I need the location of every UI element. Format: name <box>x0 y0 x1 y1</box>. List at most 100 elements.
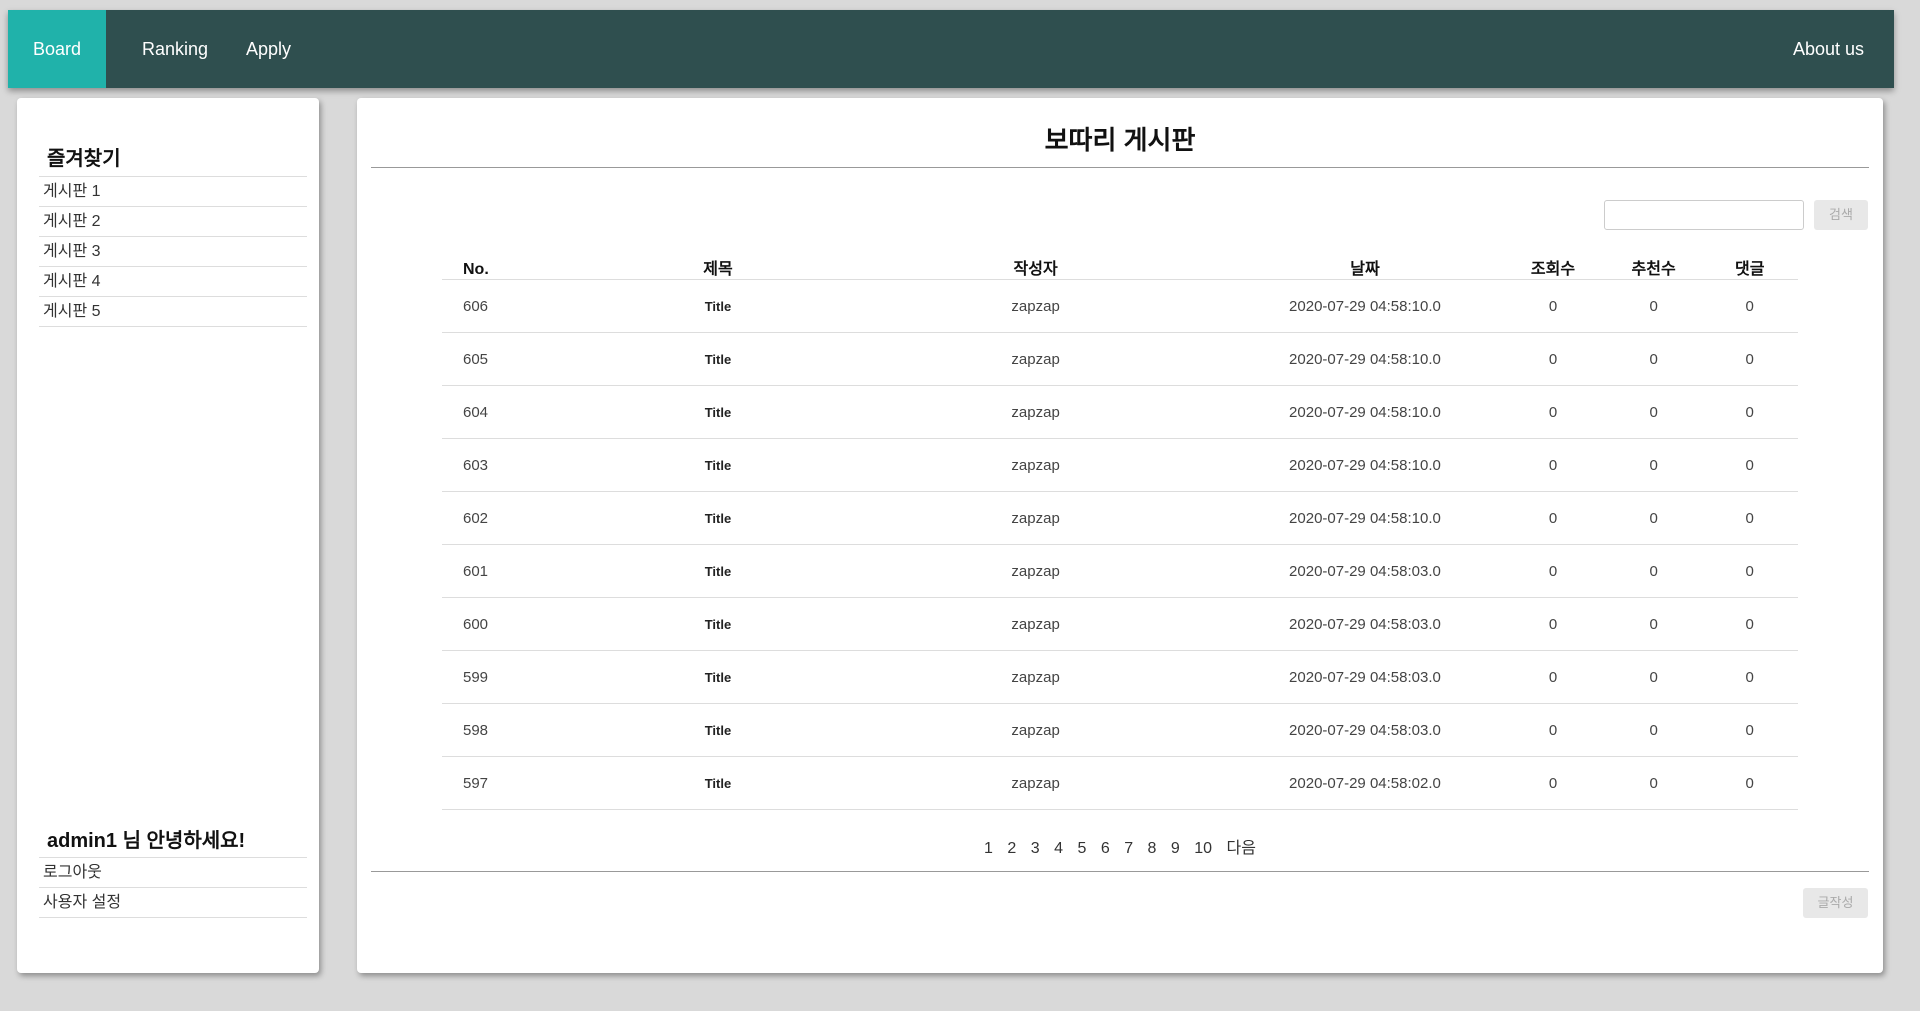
post-number: 604 <box>442 385 595 439</box>
table-row[interactable]: 601 Title zapzap 2020-07-29 04:58:03.0 0 0 0 <box>442 544 1798 598</box>
favorite-board-3[interactable]: 게시판 3 <box>39 237 307 267</box>
post-likes: 0 <box>1605 438 1702 492</box>
table-row[interactable]: 604 Title zapzap 2020-07-29 04:58:10.0 0 0 0 <box>442 385 1798 439</box>
page-link[interactable]: 3 <box>1031 840 1040 857</box>
sidebar: 즐겨찾기 게시판 1 게시판 2 게시판 3 게시판 4 게시판 5 admin… <box>17 98 319 973</box>
post-author: zapzap <box>841 703 1230 757</box>
page-link[interactable]: 4 <box>1054 840 1063 857</box>
write-post-button[interactable]: 글작성 <box>1803 888 1868 918</box>
post-date: 2020-07-29 04:58:10.0 <box>1229 491 1501 545</box>
post-number: 600 <box>442 597 595 651</box>
page-link[interactable]: 6 <box>1101 840 1110 857</box>
post-likes: 0 <box>1605 332 1702 386</box>
post-number: 602 <box>442 491 595 545</box>
top-navbar: Board Ranking Apply About us <box>8 10 1894 88</box>
post-date: 2020-07-29 04:58:03.0 <box>1229 544 1501 598</box>
post-title[interactable]: Title <box>594 597 842 651</box>
user-settings-link[interactable]: 사용자 설정 <box>39 888 307 918</box>
page-link[interactable]: 10 <box>1194 840 1212 857</box>
logout-link[interactable]: 로그아웃 <box>39 858 307 888</box>
post-views: 0 <box>1500 385 1606 439</box>
post-comments: 0 <box>1701 544 1798 598</box>
post-title[interactable]: Title <box>594 650 842 704</box>
post-views: 0 <box>1500 756 1606 810</box>
favorite-board-1[interactable]: 게시판 1 <box>39 177 307 207</box>
post-likes: 0 <box>1605 491 1702 545</box>
post-number: 603 <box>442 438 595 492</box>
post-date: 2020-07-29 04:58:03.0 <box>1229 650 1501 704</box>
user-menu: 로그아웃 사용자 설정 <box>39 857 307 918</box>
post-comments: 0 <box>1701 703 1798 757</box>
post-comments: 0 <box>1701 491 1798 545</box>
page-link[interactable]: 2 <box>1007 840 1016 857</box>
post-views: 0 <box>1500 650 1606 704</box>
next-page-link[interactable]: 다음 <box>1227 840 1256 857</box>
post-likes: 0 <box>1605 385 1702 439</box>
post-rows: 606 Title zapzap 2020-07-29 04:58:10.0 0 0 0 60… <box>442 279 1798 810</box>
post-title[interactable]: Title <box>594 438 842 492</box>
table-row[interactable]: 597 Title zapzap 2020-07-29 04:58:02.0 0 0 0 <box>442 756 1798 810</box>
search-input[interactable] <box>1604 200 1804 230</box>
favorites-list: 게시판 1 게시판 2 게시판 3 게시판 4 게시판 5 <box>39 176 307 327</box>
table-row[interactable]: 600 Title zapzap 2020-07-29 04:58:03.0 0 0 0 <box>442 597 1798 651</box>
favorite-board-2[interactable]: 게시판 2 <box>39 207 307 237</box>
post-author: zapzap <box>841 279 1230 333</box>
post-views: 0 <box>1500 703 1606 757</box>
post-author: zapzap <box>841 597 1230 651</box>
table-row[interactable]: 598 Title zapzap 2020-07-29 04:58:03.0 0 0 0 <box>442 703 1798 757</box>
post-likes: 0 <box>1605 544 1702 598</box>
post-views: 0 <box>1500 279 1606 333</box>
post-date: 2020-07-29 04:58:10.0 <box>1229 279 1501 333</box>
table-row[interactable]: 603 Title zapzap 2020-07-29 04:58:10.0 0 0 0 <box>442 438 1798 492</box>
post-date: 2020-07-29 04:58:02.0 <box>1229 756 1501 810</box>
page-link[interactable]: 8 <box>1148 840 1157 857</box>
post-likes: 0 <box>1605 703 1702 757</box>
post-title[interactable]: Title <box>594 279 842 333</box>
post-likes: 0 <box>1605 279 1702 333</box>
post-title[interactable]: Title <box>594 756 842 810</box>
post-comments: 0 <box>1701 438 1798 492</box>
col-header-title: 제목 <box>594 255 842 280</box>
search-button[interactable]: 검색 <box>1814 200 1868 230</box>
post-likes: 0 <box>1605 597 1702 651</box>
post-title[interactable]: Title <box>594 332 842 386</box>
nav-board[interactable]: Board <box>8 10 106 88</box>
table-row[interactable]: 599 Title zapzap 2020-07-29 04:58:03.0 0 0 0 <box>442 650 1798 704</box>
page-link[interactable]: 1 <box>984 840 993 857</box>
bottom-divider <box>371 871 1869 872</box>
post-comments: 0 <box>1701 597 1798 651</box>
post-author: zapzap <box>841 438 1230 492</box>
board-panel: 보따리 게시판 검색 No. 제목 작성자 날짜 조회수 추천수 댓글 606 T… <box>357 98 1883 973</box>
favorite-board-4[interactable]: 게시판 4 <box>39 267 307 297</box>
post-title[interactable]: Title <box>594 385 842 439</box>
col-header-comments: 댓글 <box>1701 255 1798 280</box>
post-number: 601 <box>442 544 595 598</box>
post-views: 0 <box>1500 491 1606 545</box>
table-row[interactable]: 602 Title zapzap 2020-07-29 04:58:10.0 0 0 0 <box>442 491 1798 545</box>
post-number: 598 <box>442 703 595 757</box>
page-link[interactable]: 5 <box>1077 840 1086 857</box>
post-title[interactable]: Title <box>594 544 842 598</box>
post-title[interactable]: Title <box>594 491 842 545</box>
page-link[interactable]: 9 <box>1171 840 1180 857</box>
post-date: 2020-07-29 04:58:10.0 <box>1229 332 1501 386</box>
post-views: 0 <box>1500 438 1606 492</box>
page-title: 보따리 게시판 <box>1044 125 1196 155</box>
nav-about-us[interactable]: About us <box>1765 10 1892 88</box>
favorite-board-5[interactable]: 게시판 5 <box>39 297 307 327</box>
post-date: 2020-07-29 04:58:03.0 <box>1229 597 1501 651</box>
post-author: zapzap <box>841 756 1230 810</box>
post-title[interactable]: Title <box>594 703 842 757</box>
table-row[interactable]: 606 Title zapzap 2020-07-29 04:58:10.0 0 0 0 <box>442 279 1798 333</box>
post-author: zapzap <box>841 650 1230 704</box>
table-row[interactable]: 605 Title zapzap 2020-07-29 04:58:10.0 0 0 0 <box>442 332 1798 386</box>
col-header-views: 조회수 <box>1500 255 1606 280</box>
page-link[interactable]: 7 <box>1124 840 1133 857</box>
nav-apply[interactable]: Apply <box>218 10 319 88</box>
post-date: 2020-07-29 04:58:10.0 <box>1229 385 1501 439</box>
col-header-likes: 추천수 <box>1605 255 1702 280</box>
col-header-date: 날짜 <box>1229 255 1501 280</box>
post-comments: 0 <box>1701 756 1798 810</box>
post-views: 0 <box>1500 597 1606 651</box>
post-number: 606 <box>442 279 595 333</box>
